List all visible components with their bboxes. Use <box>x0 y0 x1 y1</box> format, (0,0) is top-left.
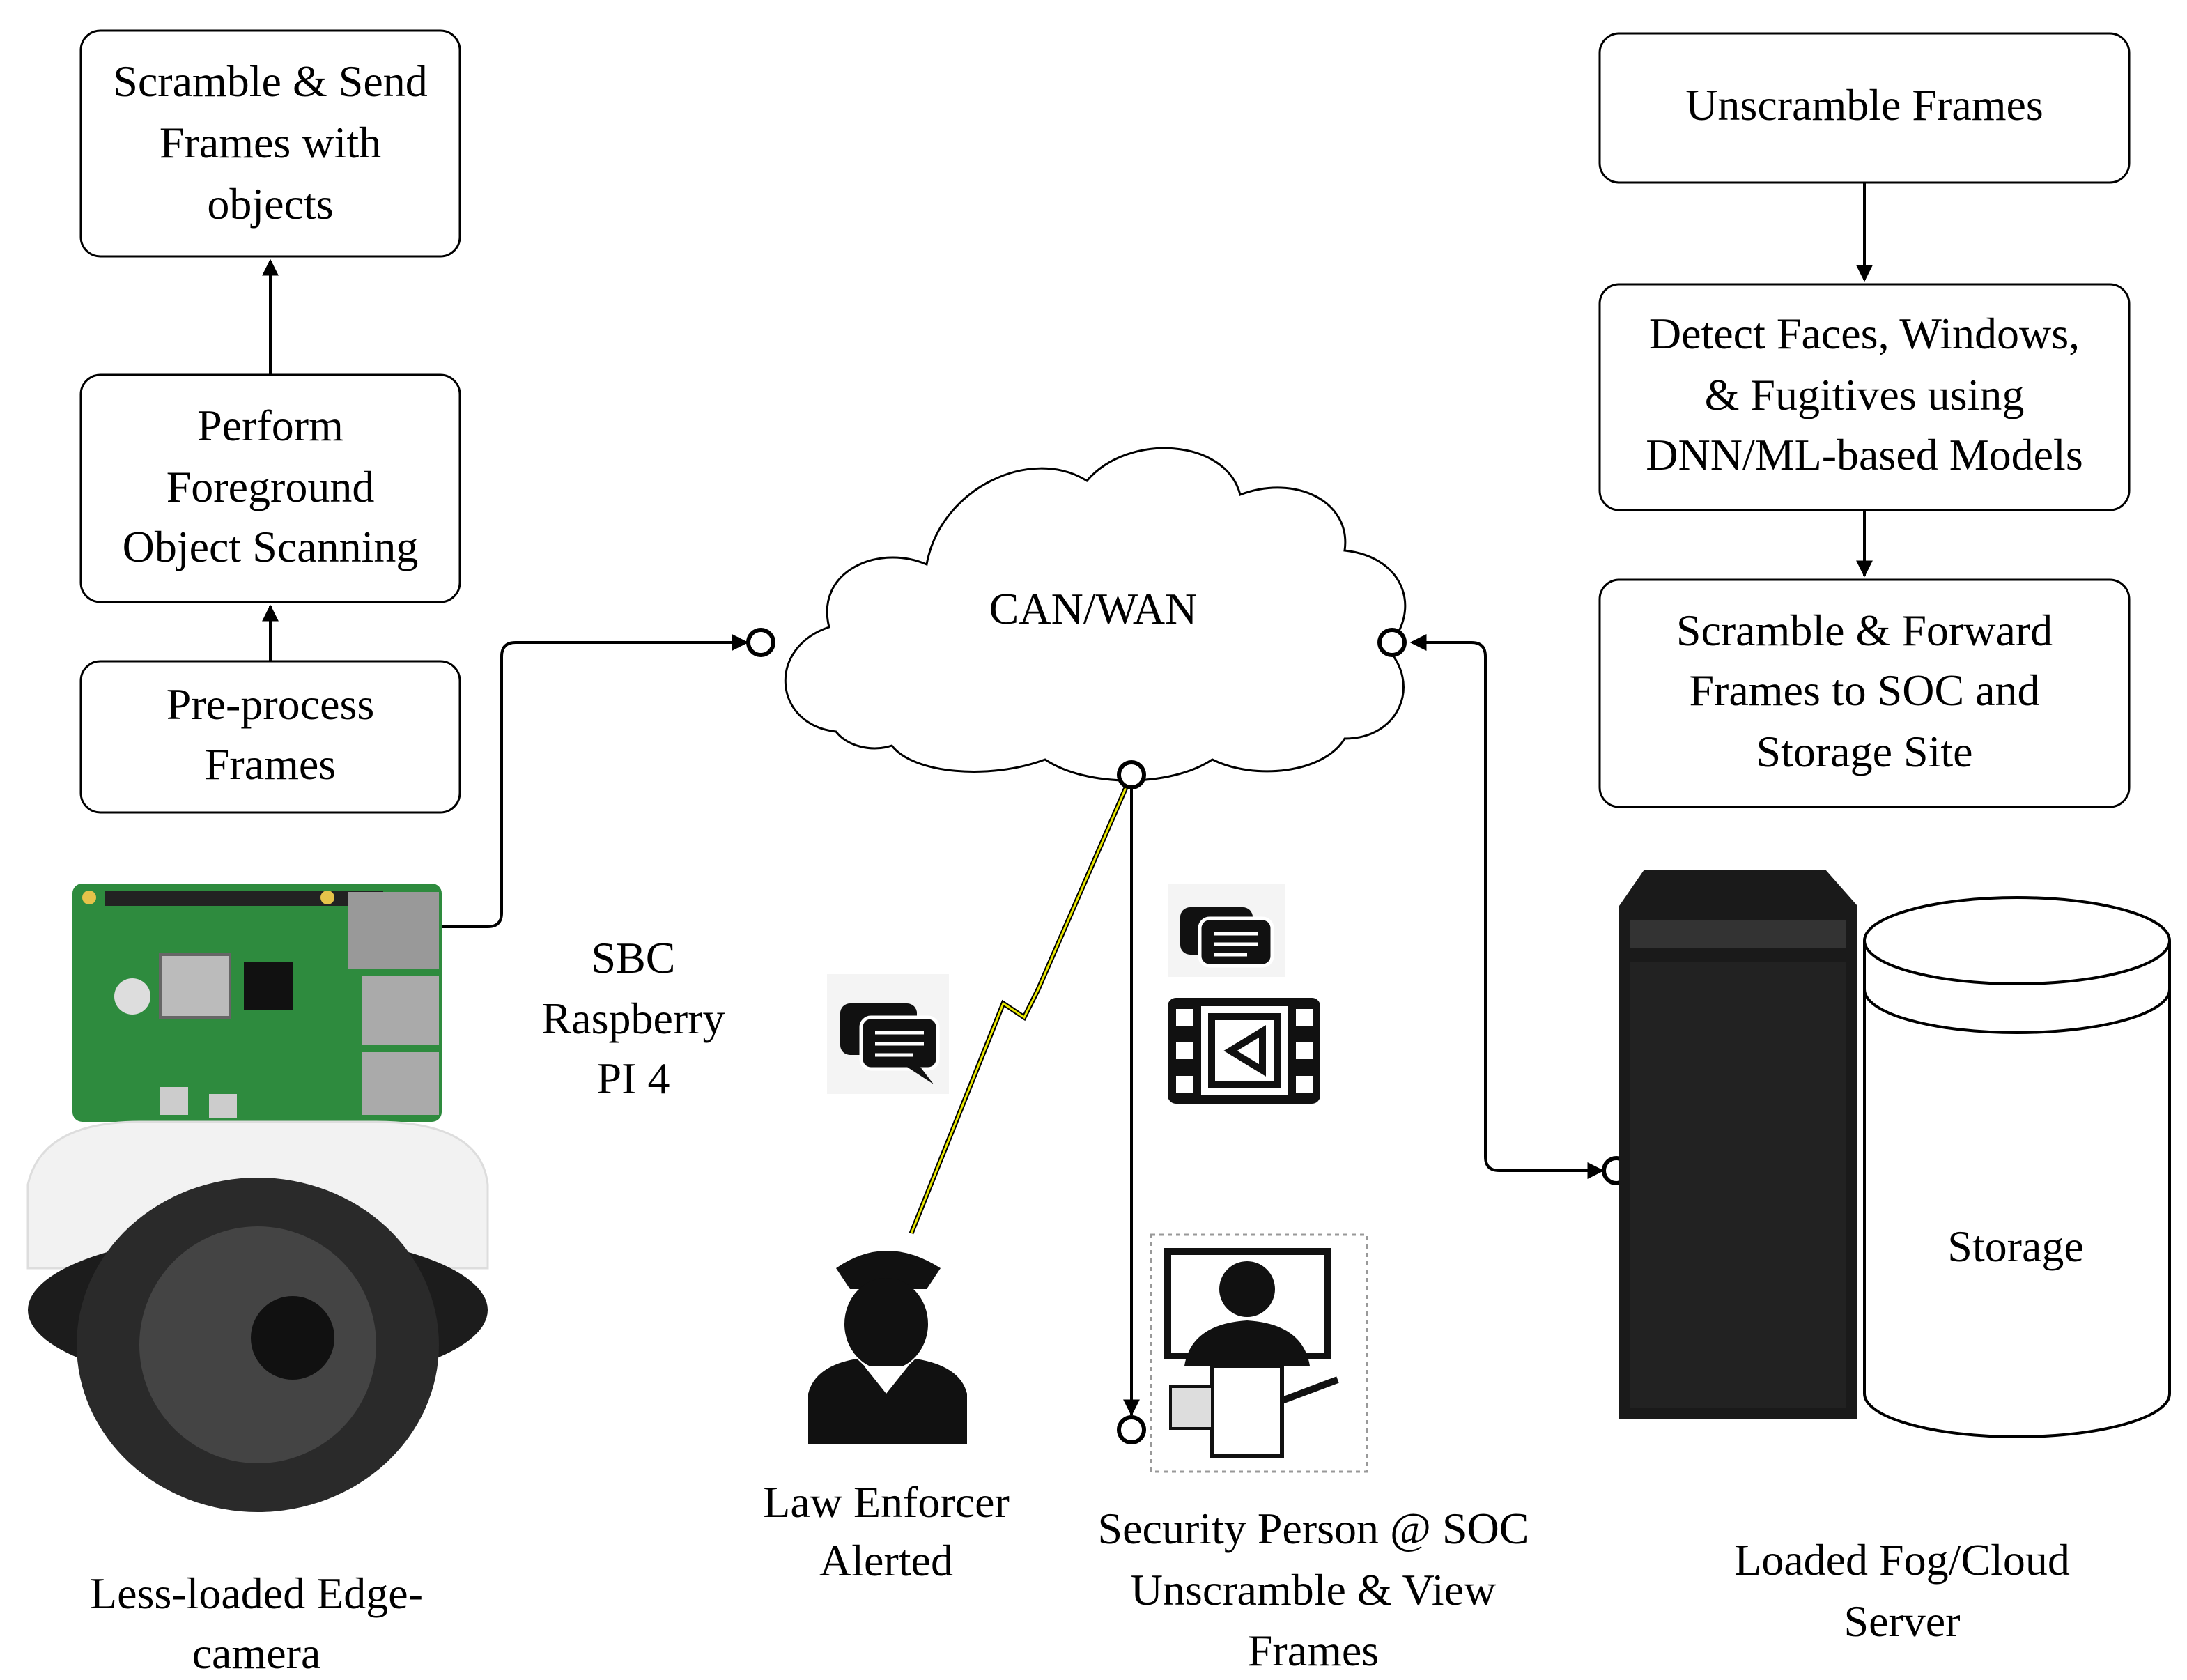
storage-label: Storage <box>1947 1222 2084 1271</box>
detect-box: Detect Faces, Windows, & Fugitives using… <box>1598 283 2131 511</box>
link-sbc-to-cloud <box>426 634 749 928</box>
server-label: Loaded Fog/Cloud Server <box>1734 1535 2070 1646</box>
server-tower <box>1619 870 1857 1419</box>
video-film-icon <box>1168 998 1320 1104</box>
box-text: objects <box>207 179 333 229</box>
port-soc <box>1117 1415 1146 1444</box>
chat-icon <box>1168 884 1285 977</box>
label-line: PI 4 <box>597 1054 670 1103</box>
edge-camera-label: Less-loaded Edge- camera <box>90 1569 423 1678</box>
label-line: SBC <box>592 933 676 982</box>
box-text: Foreground <box>167 462 375 511</box>
scramble-forward-box: Scramble & Forward Frames to SOC and Sto… <box>1598 578 2131 808</box>
security-operator-icon <box>1150 1233 1368 1473</box>
label-line: Server <box>1844 1596 1960 1646</box>
unscramble-box: Unscramble Frames <box>1598 32 2131 184</box>
can-wan-cloud: CAN/WAN <box>785 447 1407 782</box>
box-text: Frames <box>205 739 336 789</box>
preprocess-box: Pre-process Frames <box>79 660 461 814</box>
box-text: Scramble & Forward <box>1676 606 2053 655</box>
label-line: Raspberry <box>541 994 725 1043</box>
system-diagram: Scramble & Send Frames with objects Perf… <box>26 29 2171 1678</box>
box-text: Scramble & Send <box>113 56 427 106</box>
box-text: Pre-process <box>167 679 375 729</box>
box-text: Unscramble Frames <box>1685 80 2043 130</box>
label-line: Security Person @ SOC <box>1098 1504 1529 1553</box>
port-cloud-left <box>746 628 775 657</box>
label-line: Loaded Fog/Cloud <box>1734 1535 2070 1585</box>
perform-scanning-box: Perform Foreground Object Scanning <box>79 373 461 603</box>
box-text: Detect Faces, Windows, <box>1649 309 2080 358</box>
box-text: Perform <box>197 401 343 450</box>
network-label: CAN/WAN <box>989 584 1198 633</box>
storage-cylinder: Storage <box>1863 896 2171 1438</box>
label-line: camera <box>192 1628 321 1678</box>
police-officer-icon <box>808 1251 967 1444</box>
label-line: Unscramble & View <box>1131 1565 1497 1615</box>
scramble-send-box: Scramble & Send Frames with objects <box>79 29 461 258</box>
box-text: DNN/ML-based Models <box>1646 430 2082 479</box>
box-text: Object Scanning <box>123 522 419 571</box>
law-enforcer-label: Law Enforcer Alerted <box>763 1477 1010 1585</box>
label-line: Frames <box>1248 1626 1379 1675</box>
port-cloud-bottom <box>1117 760 1146 789</box>
box-text: Frames with <box>160 118 381 167</box>
box-text: Frames to SOC and <box>1689 665 2039 715</box>
box-text: & Fugitives using <box>1705 370 2025 419</box>
link-cloud-to-server <box>1409 634 1605 1179</box>
raspberry-pi-board <box>72 884 442 1122</box>
dome-camera <box>26 1120 489 1512</box>
label-line: Less-loaded Edge- <box>90 1569 423 1618</box>
box-text: Storage Site <box>1756 727 1972 776</box>
port-cloud-right <box>1377 628 1407 657</box>
label-line: Alerted <box>819 1536 953 1585</box>
label-line: Law Enforcer <box>763 1477 1010 1527</box>
security-person-label: Security Person @ SOC Unscramble & View … <box>1098 1504 1529 1675</box>
chat-icon <box>827 974 949 1094</box>
sbc-label: SBC Raspberry PI 4 <box>541 933 725 1103</box>
